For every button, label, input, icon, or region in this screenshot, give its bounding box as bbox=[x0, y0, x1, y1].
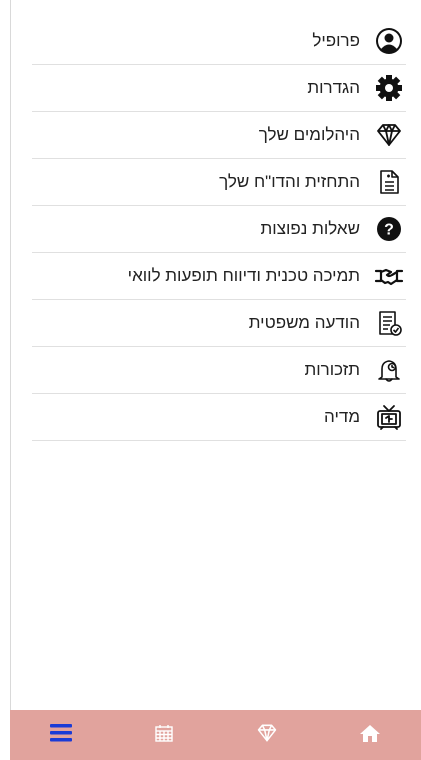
menu-item-label: שאלות נפוצות bbox=[260, 219, 360, 238]
menu-item-label: התחזית והדו"ח שלך bbox=[219, 172, 360, 191]
bell-icon bbox=[374, 355, 404, 385]
svg-text:?: ? bbox=[384, 222, 394, 239]
tab-calendar[interactable] bbox=[144, 715, 184, 755]
app-screen: פרופיל הגדרות היהלומים שלך התחזית והדו"ח… bbox=[0, 0, 421, 760]
tab-home[interactable] bbox=[350, 715, 390, 755]
menu-item-label: היהלומים שלך bbox=[258, 125, 360, 144]
divider bbox=[10, 0, 11, 710]
handshake-icon bbox=[374, 261, 404, 291]
tab-menu[interactable] bbox=[41, 715, 81, 755]
menu-item-label: תמיכה טכנית ודיווח תופעות לוואי bbox=[127, 266, 360, 285]
bottom-nav bbox=[10, 710, 421, 760]
diamond-icon bbox=[374, 120, 404, 150]
menu-item-label: הודעה משפטית bbox=[248, 313, 360, 332]
menu-item-media[interactable]: מדיה bbox=[32, 394, 406, 441]
document-icon bbox=[374, 167, 404, 197]
gear-icon bbox=[374, 73, 404, 103]
side-menu: פרופיל הגדרות היהלומים שלך התחזית והדו"ח… bbox=[32, 18, 406, 441]
calendar-icon bbox=[154, 723, 174, 748]
menu-item-forecast-report[interactable]: התחזית והדו"ח שלך bbox=[32, 159, 406, 206]
menu-item-label: פרופיל bbox=[312, 31, 360, 50]
menu-item-settings[interactable]: הגדרות bbox=[32, 65, 406, 112]
menu-icon bbox=[49, 722, 73, 749]
legal-document-icon bbox=[374, 308, 404, 338]
menu-item-label: תזכורות bbox=[304, 360, 360, 379]
menu-item-legal-notice[interactable]: הודעה משפטית bbox=[32, 300, 406, 347]
question-circle-icon: ? bbox=[374, 214, 404, 244]
home-icon bbox=[359, 723, 381, 748]
menu-item-profile[interactable]: פרופיל bbox=[32, 18, 406, 65]
tv-icon bbox=[374, 402, 404, 432]
menu-item-tech-support[interactable]: תמיכה טכנית ודיווח תופעות לוואי bbox=[32, 253, 406, 300]
menu-item-reminders[interactable]: תזכורות bbox=[32, 347, 406, 394]
menu-item-faq[interactable]: ? שאלות נפוצות bbox=[32, 206, 406, 253]
diamond-icon bbox=[256, 723, 278, 748]
user-circle-icon bbox=[374, 26, 404, 56]
menu-item-label: מדיה bbox=[324, 407, 360, 426]
menu-item-label: הגדרות bbox=[307, 78, 360, 97]
tab-diamonds[interactable] bbox=[247, 715, 287, 755]
menu-item-diamonds[interactable]: היהלומים שלך bbox=[32, 112, 406, 159]
